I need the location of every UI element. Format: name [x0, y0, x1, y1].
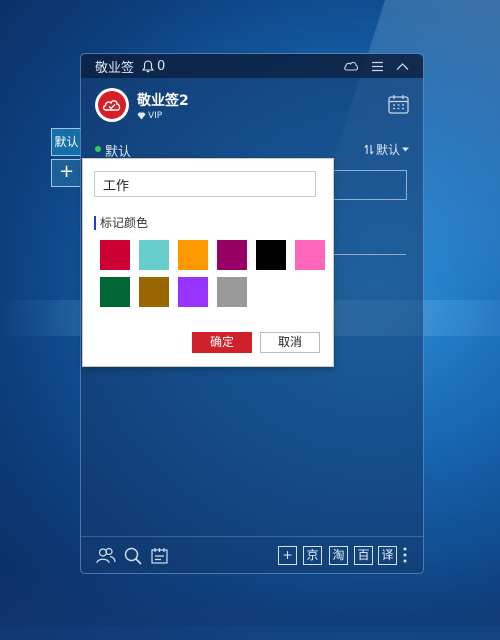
background-input-fragment — [328, 170, 407, 200]
jd-shortcut[interactable]: 京 — [303, 546, 322, 565]
group-name-input[interactable] — [94, 171, 316, 197]
color-swatch[interactable] — [295, 240, 325, 270]
sidebar-tab-default[interactable]: 默认 — [51, 128, 81, 156]
sort-icon — [364, 144, 374, 155]
bell-icon — [142, 59, 155, 72]
sidebar-tab-label: 默认 — [54, 135, 79, 149]
background-divider — [330, 254, 406, 255]
sidebar-add-button[interactable]: + — [51, 159, 81, 187]
username: 敬业签2 — [137, 93, 189, 109]
cancel-button[interactable]: 取消 — [260, 332, 320, 353]
group-edit-dialog: 标记颜色 确定 取消 — [82, 158, 334, 367]
avatar[interactable] — [95, 88, 129, 122]
diamond-icon — [137, 112, 146, 120]
sort-dropdown[interactable]: 默认 — [364, 141, 409, 158]
group-status-dot — [95, 146, 101, 152]
baidu-shortcut[interactable]: 百 — [354, 546, 373, 565]
color-swatch[interactable] — [139, 277, 169, 307]
notes-icon[interactable] — [151, 547, 168, 564]
notification-button[interactable]: 0 — [142, 59, 165, 74]
color-swatch[interactable] — [139, 240, 169, 270]
add-note-button[interactable]: + — [278, 546, 297, 565]
user-header: 敬业签2 VIP — [81, 78, 423, 138]
color-swatch[interactable] — [217, 240, 247, 270]
more-icon[interactable] — [403, 546, 407, 564]
ok-button[interactable]: 确定 — [192, 332, 252, 353]
sidebar-add-label: + — [58, 161, 75, 182]
vip-badge: VIP — [137, 111, 162, 121]
cloud-sync-icon[interactable] — [343, 60, 359, 72]
vip-label: VIP — [148, 111, 163, 121]
color-swatch[interactable] — [256, 240, 286, 270]
collapse-icon[interactable] — [396, 62, 409, 71]
group-bar: 默认 默认 — [81, 138, 423, 160]
menu-icon[interactable] — [371, 61, 384, 72]
search-icon[interactable] — [124, 547, 142, 565]
titlebar: 敬业签 0 — [81, 54, 423, 78]
notification-count: 0 — [157, 58, 166, 74]
translate-shortcut[interactable]: 译 — [378, 546, 397, 565]
bottom-toolbar: + 京 淘 百 译 — [81, 536, 423, 573]
color-swatch[interactable] — [178, 277, 208, 307]
calendar-icon[interactable] — [388, 94, 409, 114]
color-section-title: 标记颜色 — [94, 216, 148, 230]
app-title: 敬业签 — [95, 60, 135, 76]
contacts-icon[interactable] — [96, 547, 116, 564]
color-swatch[interactable] — [178, 240, 208, 270]
color-swatch[interactable] — [100, 240, 130, 270]
color-swatch[interactable] — [100, 277, 130, 307]
chevron-down-icon — [402, 147, 409, 152]
logo-icon — [102, 100, 121, 111]
sort-label: 默认 — [375, 143, 400, 157]
taobao-shortcut[interactable]: 淘 — [329, 546, 348, 565]
color-swatch[interactable] — [217, 277, 247, 307]
